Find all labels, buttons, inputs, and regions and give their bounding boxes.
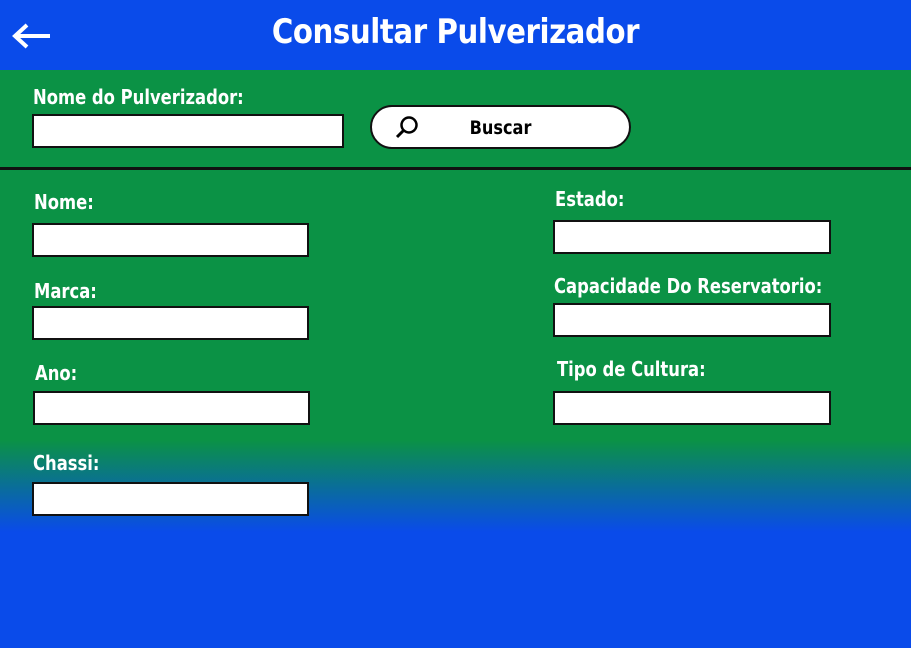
capacidade-field[interactable] [553, 303, 831, 337]
header-bar: Consultar Pulverizador [0, 0, 911, 70]
search-name-input[interactable] [32, 114, 344, 148]
page-title: Consultar Pulverizador [271, 12, 640, 52]
marca-field[interactable] [32, 306, 309, 340]
chassi-field[interactable] [32, 482, 309, 516]
back-button[interactable] [10, 22, 54, 50]
ano-field[interactable] [33, 391, 310, 425]
ano-label: Ano: [35, 361, 78, 385]
capacidade-label: Capacidade Do Reservatorio: [554, 274, 823, 298]
marca-label: Marca: [34, 279, 97, 303]
search-button[interactable]: Buscar [370, 105, 631, 149]
search-name-label: Nome do Pulverizador: [33, 85, 244, 109]
chassi-label: Chassi: [33, 451, 100, 475]
nome-label: Nome: [34, 190, 94, 214]
nome-field[interactable] [32, 223, 309, 257]
tipo-cultura-label: Tipo de Cultura: [557, 357, 706, 381]
estado-field[interactable] [553, 220, 831, 254]
tipo-cultura-field[interactable] [553, 391, 831, 425]
estado-label: Estado: [555, 187, 625, 211]
search-button-label: Buscar [469, 117, 532, 139]
arrow-left-icon [12, 23, 50, 49]
